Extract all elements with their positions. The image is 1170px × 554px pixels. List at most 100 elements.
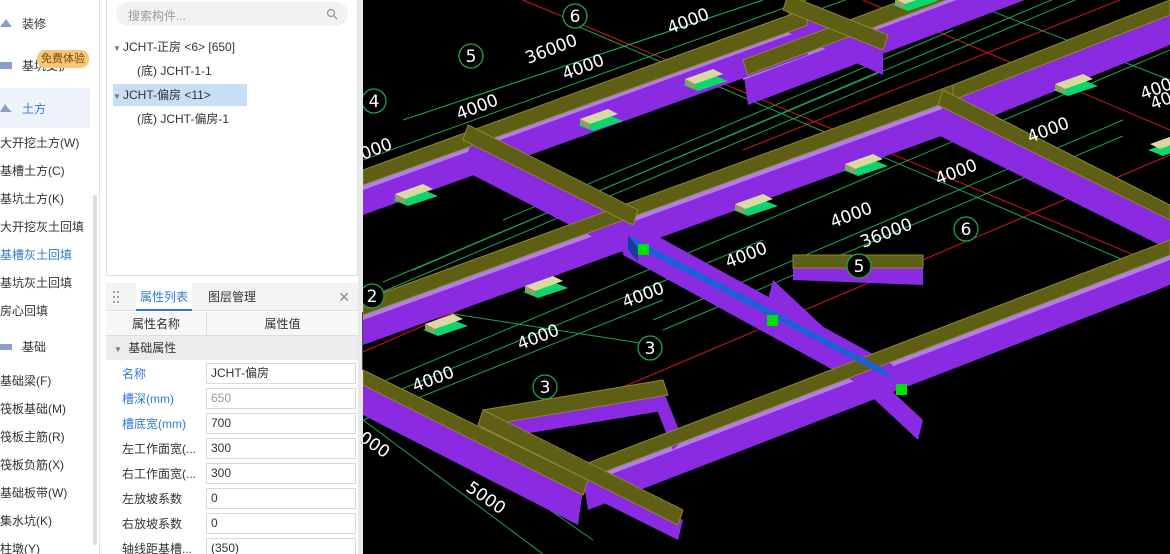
nav-item-sump-pit[interactable]: 集水坑(K)	[0, 507, 92, 535]
axis-bubble: 3	[637, 335, 663, 361]
svg-text:3: 3	[645, 339, 656, 359]
collapse-arrow-icon[interactable]: ▼	[113, 86, 123, 108]
axis-bubble: 2	[363, 283, 385, 309]
nav-scrollbar[interactable]	[93, 195, 97, 545]
property-name-header: 属性名称	[106, 312, 207, 336]
axis-bubble: 4	[363, 88, 387, 114]
property-value-field[interactable]: 700	[206, 413, 356, 434]
grip-point[interactable]	[638, 244, 649, 255]
dimension-label: 4000	[828, 198, 876, 232]
axis-bubble: 3	[532, 374, 558, 400]
search-icon[interactable]	[326, 8, 338, 20]
property-value-field[interactable]: 0	[206, 488, 356, 509]
nav-item-open-lime-backfill[interactable]: 大开挖灰土回填	[0, 213, 92, 241]
property-name: 名称	[122, 367, 147, 381]
component-nav: 装修 基坑支护 免费体验 土方 大开挖土方(W) 基槽土方(C) 基坑土方(K)…	[0, 0, 100, 554]
nav-item-foundation-strip[interactable]: 基础板带(W)	[0, 479, 92, 507]
svg-text:2: 2	[367, 287, 378, 307]
dimension-label: 4000	[560, 50, 608, 84]
free-trial-badge[interactable]: 免费体验	[37, 50, 89, 68]
nav-item-trench-earthwork[interactable]: 基槽土方(C)	[0, 157, 92, 185]
property-row-left-slope: 左放坡系数 0	[106, 486, 358, 511]
tree-node-label: (底) JCHT-偏房-1	[137, 112, 229, 126]
nav-item-raft-foundation[interactable]: 筏板基础(M)	[0, 395, 92, 423]
property-tabbar: 属性列表 图层管理 ✕	[106, 283, 358, 311]
property-row-trench-bottom-width: 槽底宽(mm) 700	[106, 411, 358, 436]
nav-item-raft-main-rebar[interactable]: 筏板主筋(R)	[0, 423, 92, 451]
dimension-label: 4000	[1025, 113, 1073, 147]
dimension-label: 4000	[933, 155, 981, 189]
property-value-field[interactable]: (350)	[206, 538, 356, 554]
nav-item-raft-negative-rebar[interactable]: 筏板负筋(X)	[0, 451, 92, 479]
tree-node-side-house[interactable]: ▼ JCHT-偏房 <11>	[113, 84, 247, 106]
tree-node-label: JCHT-正房 <6> [650]	[123, 40, 236, 54]
nav-category-label: 装修	[22, 16, 47, 31]
search-placeholder: 搜索构件...	[128, 9, 187, 23]
property-name: 右工作面宽(...	[122, 467, 196, 481]
component-search-input[interactable]: 搜索构件...	[116, 2, 348, 26]
property-row-left-workface: 左工作面宽(... 300	[106, 436, 358, 461]
earthwork-icon	[0, 104, 12, 112]
property-name: 右放坡系数	[122, 517, 183, 531]
property-row-axis-offset: 轴线距基槽... (350)	[106, 536, 358, 554]
tab-layer-management[interactable]: 图层管理	[204, 283, 260, 311]
nav-item-column-pier[interactable]: 柱墩(Y)	[0, 535, 92, 554]
property-name: 槽深(mm)	[122, 392, 174, 406]
property-group-label: 基础属性	[128, 341, 177, 355]
axis-bubble: 5	[458, 43, 484, 69]
property-row-right-workface: 右工作面宽(... 300	[106, 461, 358, 486]
nav-category-label: 基础	[22, 339, 47, 354]
nav-category-foundation[interactable]: 基础	[0, 326, 90, 366]
foundation-pit-icon	[0, 62, 12, 69]
component-tree: 搜索构件... ▼ JCHT-正房 <6> [650] (底) JCHT-1-1 …	[106, 0, 358, 276]
tree-node-main-house-child[interactable]: (底) JCHT-1-1	[137, 60, 212, 82]
property-name: 左工作面宽(...	[122, 442, 196, 456]
property-value-field[interactable]: 0	[206, 513, 356, 534]
nav-category-earthwork[interactable]: 土方	[0, 88, 90, 128]
model-canvas[interactable]: 6 5 4 2 3 6 5 3 4000 36000 4000 4000 400…	[363, 0, 1170, 554]
svg-text:4: 4	[369, 92, 380, 112]
property-header: 属性名称 属性值	[106, 312, 358, 336]
property-panel: 属性列表 图层管理 ✕ 属性名称 属性值 ▼ 基础属性 名称 JCHT-偏房 槽…	[106, 283, 358, 554]
nav-item-open-excavation[interactable]: 大开挖土方(W)	[0, 129, 92, 157]
axis-bubble: 6	[953, 216, 979, 242]
close-icon[interactable]: ✕	[338, 289, 350, 306]
decoration-icon	[0, 19, 12, 27]
property-row-trench-depth: 槽深(mm) 650	[106, 386, 358, 411]
tree-node-main-house[interactable]: ▼ JCHT-正房 <6> [650]	[113, 36, 235, 58]
grip-point[interactable]	[767, 315, 778, 326]
nav-item-pit-earthwork[interactable]: 基坑土方(K)	[0, 185, 92, 213]
property-value-field[interactable]: 300	[206, 438, 356, 459]
grip-point[interactable]	[896, 384, 907, 395]
property-name: 左放坡系数	[122, 492, 183, 506]
nav-item-foundation-beam[interactable]: 基础梁(F)	[0, 367, 92, 395]
tree-node-side-house-child[interactable]: (底) JCHT-偏房-1	[137, 108, 229, 130]
property-value-field[interactable]: JCHT-偏房	[206, 363, 356, 384]
svg-text:5: 5	[466, 47, 477, 67]
property-value-field[interactable]: 300	[206, 463, 356, 484]
dimension-label: 4000	[723, 238, 771, 272]
foundation-icon	[0, 344, 12, 350]
property-name: 槽底宽(mm)	[122, 417, 186, 431]
svg-text:6: 6	[961, 220, 972, 240]
model-viewport[interactable]: 6 5 4 2 3 6 5 3 4000 36000 4000 4000 400…	[363, 0, 1170, 554]
axis-bubble: 6	[562, 3, 588, 29]
property-group-basic[interactable]: ▼ 基础属性	[106, 336, 358, 360]
svg-text:5: 5	[854, 257, 865, 277]
drag-handle-icon[interactable]	[112, 290, 120, 304]
tree-node-label: (底) JCHT-1-1	[137, 64, 212, 78]
dimension-label: 4000	[665, 4, 713, 38]
svg-text:6: 6	[570, 7, 581, 27]
nav-item-trench-lime-backfill[interactable]: 基槽灰土回填	[0, 241, 92, 269]
svg-text:3: 3	[540, 378, 551, 398]
collapse-arrow-icon[interactable]: ▼	[114, 345, 122, 354]
property-value-field[interactable]: 650	[206, 388, 356, 409]
nav-item-pit-lime-backfill[interactable]: 基坑灰土回填	[0, 269, 92, 297]
nav-category-decoration[interactable]: 装修	[0, 3, 90, 43]
nav-item-room-backfill[interactable]: 房心回填	[0, 297, 92, 325]
component-panel: 搜索构件... ▼ JCHT-正房 <6> [650] (底) JCHT-1-1 …	[106, 0, 358, 554]
collapse-arrow-icon[interactable]: ▼	[113, 38, 123, 60]
tree-node-label: JCHT-偏房 <11>	[123, 88, 211, 102]
property-row-name: 名称 JCHT-偏房	[106, 361, 358, 386]
tab-property-list[interactable]: 属性列表	[136, 283, 193, 311]
